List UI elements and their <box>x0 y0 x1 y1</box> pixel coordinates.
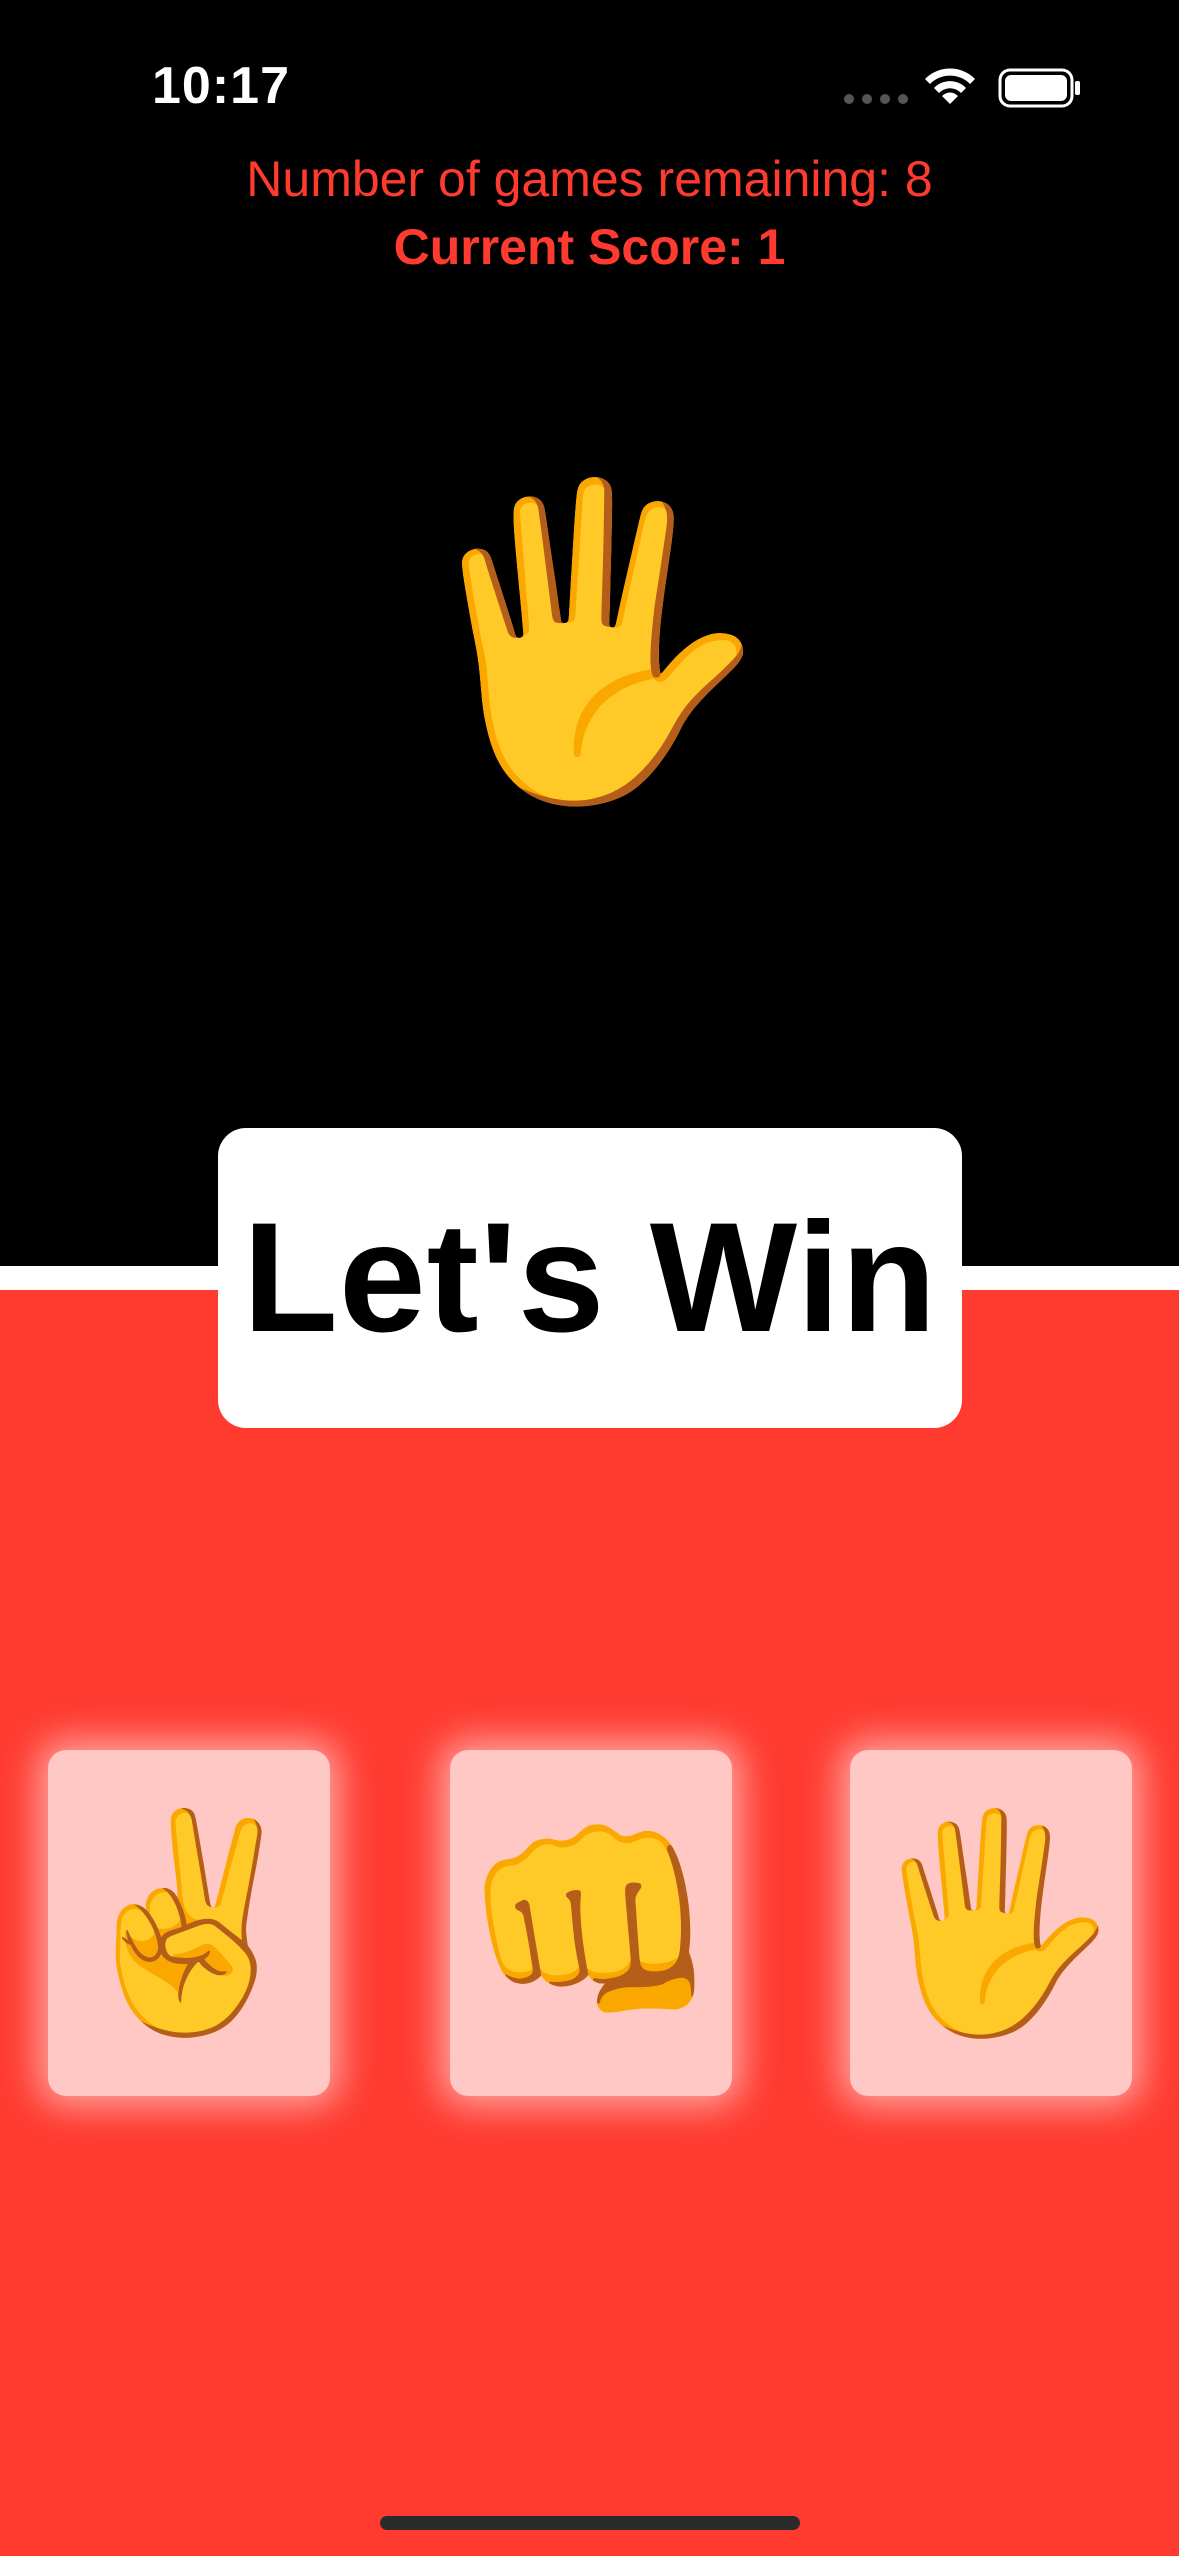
computer-choice-hand-icon: 🖐 <box>402 472 777 808</box>
battery-icon <box>998 68 1080 108</box>
rock-button[interactable]: 👊 <box>450 1750 732 2096</box>
games-remaining-label: Number of games remaining: 8 <box>246 151 933 207</box>
prompt-card: Let's Win <box>218 1128 962 1428</box>
current-score-label: Current Score: 1 <box>393 219 786 275</box>
paper-button[interactable]: 🖐 <box>850 1750 1132 2096</box>
home-indicator[interactable] <box>380 2516 800 2530</box>
game-screen: 10:17 Number of games remaining: 8 Curre… <box>0 0 1179 2556</box>
prompt-text: Let's Win <box>242 1190 938 1365</box>
wifi-icon <box>925 68 975 104</box>
cellular-signal-icon <box>844 94 908 104</box>
scissors-button[interactable]: ✌️ <box>48 1750 330 2096</box>
status-time: 10:17 <box>152 57 290 115</box>
